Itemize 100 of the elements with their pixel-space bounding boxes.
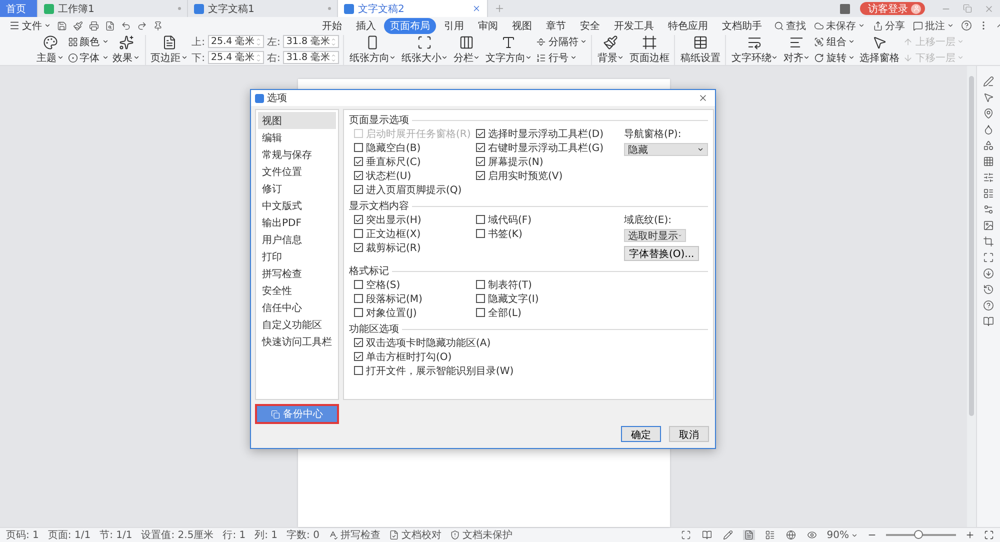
checkbox[interactable] <box>476 129 485 138</box>
checkbox[interactable] <box>354 215 363 224</box>
dialog-button[interactable]: 确定 <box>621 426 661 442</box>
ribbon-button[interactable]: 分栏 <box>452 34 482 64</box>
checkbox[interactable] <box>476 215 485 224</box>
sidebar-button[interactable] <box>983 236 994 247</box>
sidebar-button[interactable] <box>983 92 994 103</box>
slider-thumb[interactable] <box>914 530 922 539</box>
ribbon-tab[interactable]: 开始 <box>316 18 348 34</box>
checkbox[interactable] <box>354 157 363 166</box>
sidebar-button[interactable] <box>983 76 994 87</box>
ribbon-tab[interactable]: 开发工具 <box>608 18 660 34</box>
status-button[interactable]: 文档未保护 <box>450 528 512 542</box>
sidebar-button[interactable] <box>983 204 994 215</box>
view-button[interactable] <box>764 530 776 540</box>
ribbon-button[interactable]: 字体 <box>68 50 109 64</box>
ribbon-tab[interactable]: 章节 <box>540 18 572 34</box>
dropdown[interactable]: 隐藏 <box>624 143 708 156</box>
checkbox[interactable] <box>354 243 363 252</box>
category-item[interactable]: 常规与保存 <box>258 146 336 163</box>
category-item[interactable]: 输出PDF <box>258 214 336 231</box>
ribbon-tab[interactable]: 审阅 <box>472 18 504 34</box>
sidebar-button[interactable] <box>983 124 994 135</box>
sidebar-button[interactable] <box>983 252 994 263</box>
ribbon-button[interactable]: 对齐 <box>782 34 812 64</box>
spin-field[interactable]: 25.4 毫米 <box>208 35 264 48</box>
dialog-button[interactable]: 取消 <box>669 426 709 442</box>
ribbon-button[interactable]: 背景 <box>596 34 626 64</box>
sidebar-button[interactable] <box>983 188 994 199</box>
checkbox[interactable] <box>354 294 363 303</box>
ribbon-button[interactable]: 文字环绕 <box>730 34 780 64</box>
view-button[interactable] <box>784 530 797 540</box>
checkbox[interactable] <box>476 294 485 303</box>
checkbox[interactable] <box>354 280 363 289</box>
search-button[interactable]: 查找 <box>770 18 810 32</box>
document-tab[interactable]: 首页 <box>0 0 38 17</box>
checkbox[interactable] <box>476 280 485 289</box>
ribbon-button[interactable]: 文字方向 <box>484 34 534 64</box>
ribbon-button[interactable]: 页边距 <box>150 34 189 64</box>
spin-field[interactable]: 31.8 毫米 <box>283 51 340 64</box>
checkbox[interactable] <box>476 171 485 180</box>
category-item[interactable]: 快速访问工具栏 <box>258 333 336 350</box>
file-menu[interactable]: 文件 <box>6 18 54 32</box>
status-button[interactable]: 拼写检查 <box>328 528 380 542</box>
toolbar-button[interactable]: 批注 <box>909 18 958 32</box>
ribbon-button[interactable]: 行号 <box>536 50 588 64</box>
ribbon-tab[interactable]: 插入 <box>350 18 382 34</box>
toolbar-button[interactable]: 未保存 <box>810 18 869 32</box>
category-item[interactable]: 自定义功能区 <box>258 316 336 333</box>
ribbon-button[interactable]: 颜色 <box>68 34 109 48</box>
ribbon-button[interactable]: 主题 <box>36 34 65 64</box>
checkbox[interactable] <box>354 366 363 375</box>
category-item[interactable]: 编辑 <box>258 129 336 146</box>
document-tab[interactable]: 文字文稿2 <box>338 0 488 17</box>
ribbon-button[interactable]: 稿纸设置 <box>679 34 722 64</box>
zoom-level-button[interactable]: 90% <box>826 530 858 540</box>
checkbox[interactable] <box>476 157 485 166</box>
dropdown[interactable]: 选取时显示 <box>624 229 686 242</box>
category-item[interactable]: 拼写检查 <box>258 265 336 282</box>
spin-field[interactable]: 25.4 毫米 <box>208 51 264 64</box>
sidebar-button[interactable] <box>983 156 994 167</box>
checkbox[interactable] <box>354 143 363 152</box>
ribbon-tab[interactable]: 特色应用 <box>662 18 714 34</box>
category-item[interactable]: 打印 <box>258 248 336 265</box>
ribbon-tab[interactable]: 页面布局 <box>384 18 436 34</box>
sidebar-button[interactable] <box>983 108 994 119</box>
font-substitution-button[interactable]: 字体替换(O)... <box>624 246 700 261</box>
category-item[interactable]: 文件位置 <box>258 163 336 180</box>
checkbox[interactable] <box>354 352 363 361</box>
view-button[interactable] <box>722 530 734 540</box>
checkbox[interactable] <box>476 308 485 317</box>
sidebar-button[interactable] <box>983 140 994 151</box>
sidebar-button[interactable] <box>983 172 994 183</box>
ribbon-button[interactable]: 分隔符 <box>536 34 588 48</box>
checkbox[interactable] <box>354 338 363 347</box>
category-item[interactable]: 视图 <box>258 112 336 129</box>
ribbon-button[interactable]: 选择窗格 <box>858 34 900 64</box>
ribbon-tab[interactable]: 视图 <box>506 18 538 34</box>
status-button[interactable]: 文档校对 <box>389 528 442 542</box>
category-item[interactable]: 用户信息 <box>258 231 336 248</box>
ribbon-button[interactable]: 纸张方向 <box>348 34 398 64</box>
ribbon-button[interactable]: 组合 <box>814 34 856 48</box>
ribbon-button[interactable]: 效果 <box>112 34 141 64</box>
ribbon-button[interactable]: 页面边框 <box>628 34 670 64</box>
checkbox[interactable] <box>354 185 363 194</box>
toolbar-button[interactable]: 分享 <box>869 18 909 32</box>
category-item[interactable]: 修订 <box>258 180 336 197</box>
ribbon-tab[interactable]: 文档助手 <box>716 18 768 34</box>
ribbon-button[interactable]: 旋转 <box>814 50 856 64</box>
view-button[interactable] <box>742 530 755 540</box>
view-button[interactable] <box>680 530 692 540</box>
category-item[interactable]: 信任中心 <box>258 299 336 316</box>
sidebar-button[interactable] <box>983 220 994 231</box>
sidebar-button[interactable] <box>983 300 994 311</box>
view-button[interactable] <box>700 530 713 540</box>
sidebar-button[interactable] <box>983 284 994 295</box>
category-item[interactable]: 中文版式 <box>258 197 336 214</box>
checkbox[interactable] <box>354 308 363 317</box>
sidebar-button[interactable] <box>983 268 994 279</box>
scrollbar[interactable] <box>969 76 974 416</box>
